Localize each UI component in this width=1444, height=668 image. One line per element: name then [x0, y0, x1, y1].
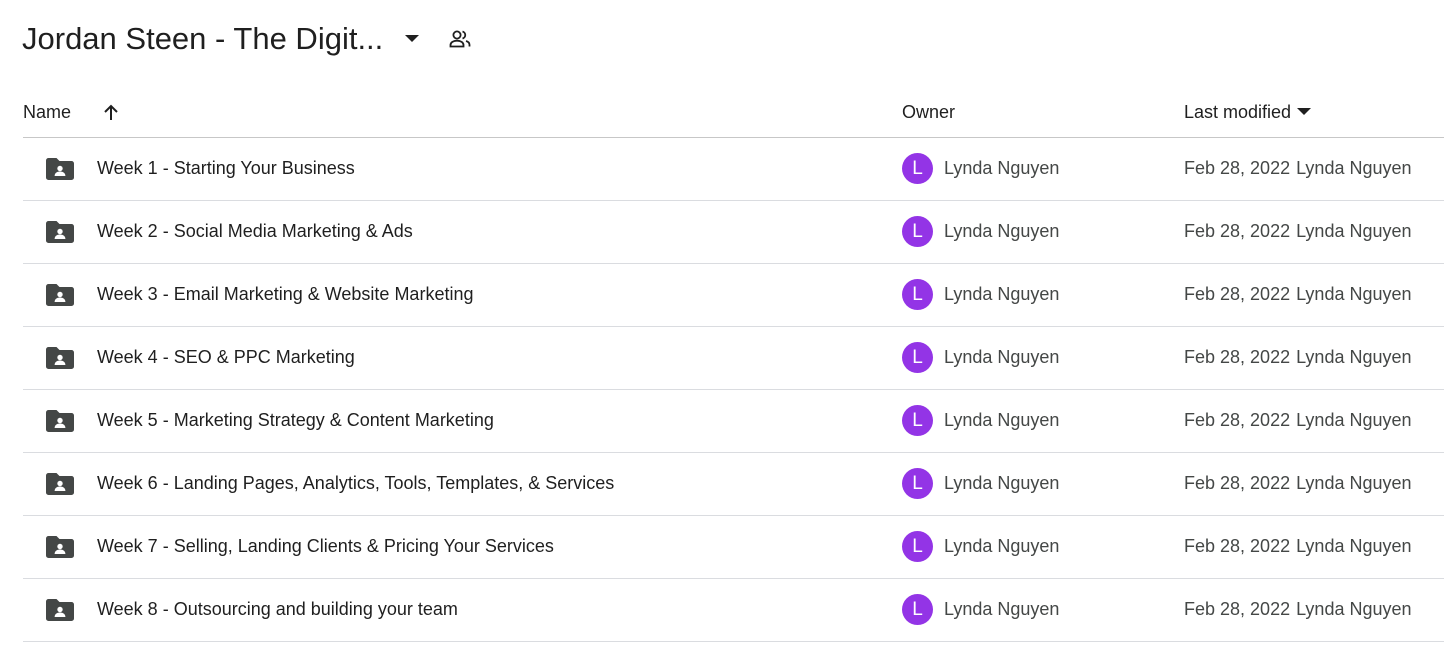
- shared-folder-icon: [46, 599, 74, 621]
- avatar: L: [902, 342, 933, 373]
- shared-folder-icon: [46, 473, 74, 495]
- modified-by: Lynda Nguyen: [1296, 284, 1412, 304]
- modified-date: Feb 28, 2022: [1184, 221, 1291, 241]
- modified-by: Lynda Nguyen: [1296, 473, 1412, 493]
- shared-folder-icon: [46, 158, 74, 180]
- folder-name[interactable]: Week 4 - SEO & PPC Marketing: [97, 347, 355, 368]
- table-header: Name Owner Last modified: [23, 87, 1444, 138]
- modified-date: Feb 28, 2022: [1184, 473, 1291, 493]
- table-row[interactable]: Week 5 - Marketing Strategy & Content Ma…: [23, 390, 1444, 453]
- owner-name: Lynda Nguyen: [944, 221, 1060, 241]
- arrow-up-icon[interactable]: [99, 100, 123, 124]
- table-row[interactable]: Week 4 - SEO & PPC Marketing L Lynda Nguye…: [23, 327, 1444, 390]
- last-modified: Feb 28, 2022 Lynda Nguyen: [1184, 284, 1412, 305]
- shared-folder-icon: [46, 221, 74, 243]
- column-header-last-modified-label: Last modified: [1184, 101, 1292, 122]
- modified-by: Lynda Nguyen: [1296, 599, 1412, 619]
- shared-folder-icon: [46, 347, 74, 369]
- avatar: L: [902, 405, 933, 436]
- avatar: L: [902, 153, 933, 184]
- table-row[interactable]: Week 8 - Outsourcing and building your t…: [23, 579, 1444, 642]
- modified-date: Feb 28, 2022: [1184, 536, 1291, 556]
- modified-date: Feb 28, 2022: [1184, 158, 1291, 178]
- folder-name[interactable]: Week 7 - Selling, Landing Clients & Pric…: [97, 536, 554, 557]
- owner-name: Lynda Nguyen: [944, 599, 1060, 619]
- modified-date: Feb 28, 2022: [1184, 410, 1291, 430]
- owner-name: Lynda Nguyen: [944, 347, 1060, 367]
- avatar: L: [902, 594, 933, 625]
- owner-name: Lynda Nguyen: [944, 158, 1060, 178]
- folder-name[interactable]: Week 6 - Landing Pages, Analytics, Tools…: [97, 473, 614, 494]
- last-modified: Feb 28, 2022 Lynda Nguyen: [1184, 473, 1412, 494]
- avatar: L: [902, 216, 933, 247]
- last-modified: Feb 28, 2022 Lynda Nguyen: [1184, 158, 1412, 179]
- owner-name: Lynda Nguyen: [944, 536, 1060, 556]
- modified-date: Feb 28, 2022: [1184, 284, 1291, 304]
- owner-name: Lynda Nguyen: [944, 284, 1060, 304]
- shared-people-icon: [446, 25, 474, 53]
- avatar: L: [902, 279, 933, 310]
- modified-by: Lynda Nguyen: [1296, 410, 1412, 430]
- table-row[interactable]: Week 6 - Landing Pages, Analytics, Tools…: [23, 453, 1444, 516]
- last-modified: Feb 28, 2022 Lynda Nguyen: [1184, 599, 1412, 620]
- shared-folder-icon: [46, 284, 74, 306]
- last-modified: Feb 28, 2022 Lynda Nguyen: [1184, 536, 1412, 557]
- table-row[interactable]: Week 2 - Social Media Marketing & Ads L Ly…: [23, 201, 1444, 264]
- column-header-last-modified[interactable]: Last modified: [1184, 101, 1312, 123]
- folder-name[interactable]: Week 1 - Starting Your Business: [97, 158, 355, 179]
- last-modified: Feb 28, 2022 Lynda Nguyen: [1184, 221, 1412, 242]
- modified-date: Feb 28, 2022: [1184, 347, 1291, 367]
- folder-name[interactable]: Week 8 - Outsourcing and building your t…: [97, 599, 458, 620]
- arrow-drop-down-icon[interactable]: [397, 24, 427, 54]
- shared-folder-icon: [46, 536, 74, 558]
- modified-by: Lynda Nguyen: [1296, 347, 1412, 367]
- folder-name[interactable]: Week 2 - Social Media Marketing & Ads: [97, 221, 413, 242]
- folder-name[interactable]: Week 3 - Email Marketing & Website Marke…: [97, 284, 473, 305]
- avatar: L: [902, 531, 933, 562]
- owner-name: Lynda Nguyen: [944, 410, 1060, 430]
- column-header-name[interactable]: Name: [23, 100, 123, 124]
- modified-date: Feb 28, 2022: [1184, 599, 1291, 619]
- file-list: Name Owner Last modified Week 1 - Starti…: [23, 87, 1444, 642]
- column-header-owner[interactable]: Owner: [902, 102, 955, 123]
- folder-header: Jordan Steen - The Digit...: [22, 16, 474, 62]
- arrow-drop-down-icon: [1297, 108, 1312, 116]
- folder-name[interactable]: Week 5 - Marketing Strategy & Content Ma…: [97, 410, 494, 431]
- column-header-name-label: Name: [23, 101, 72, 122]
- shared-folder-icon: [46, 410, 74, 432]
- table-row[interactable]: Week 1 - Starting Your Business L Lynda Ng…: [23, 138, 1444, 201]
- table-body: Week 1 - Starting Your Business L Lynda Ng…: [23, 138, 1444, 642]
- last-modified: Feb 28, 2022 Lynda Nguyen: [1184, 347, 1412, 368]
- last-modified: Feb 28, 2022 Lynda Nguyen: [1184, 410, 1412, 431]
- modified-by: Lynda Nguyen: [1296, 158, 1412, 178]
- owner-name: Lynda Nguyen: [944, 473, 1060, 493]
- modified-by: Lynda Nguyen: [1296, 536, 1412, 556]
- table-row[interactable]: Week 7 - Selling, Landing Clients & Pric…: [23, 516, 1444, 579]
- folder-title[interactable]: Jordan Steen - The Digit...: [22, 21, 383, 57]
- table-row[interactable]: Week 3 - Email Marketing & Website Marke…: [23, 264, 1444, 327]
- modified-by: Lynda Nguyen: [1296, 221, 1412, 241]
- avatar: L: [902, 468, 933, 499]
